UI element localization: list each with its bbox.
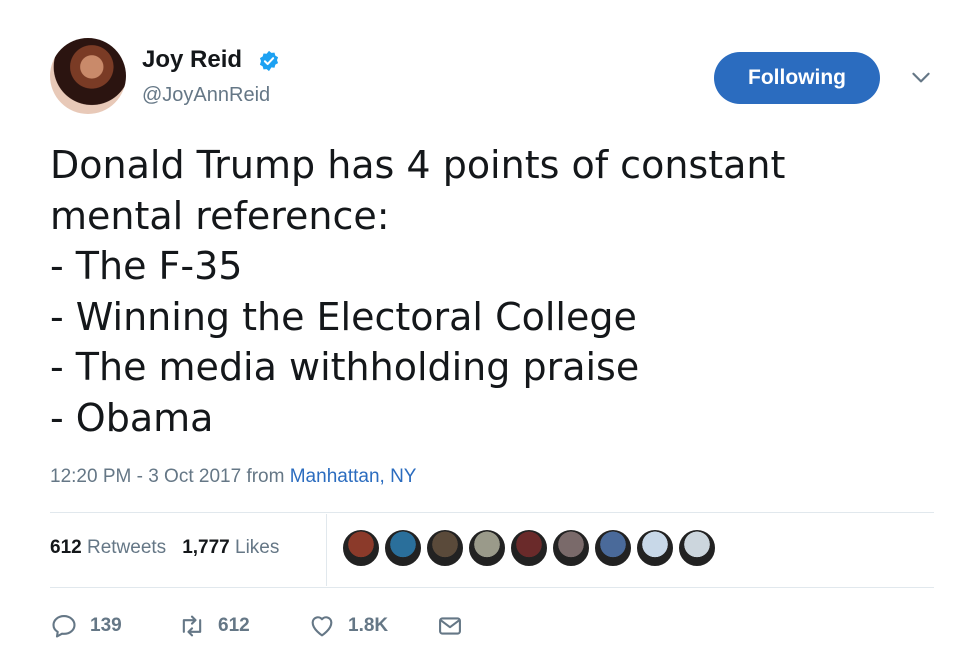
tweet-meta: 12:20 PM - 3 Oct 2017 from Manhattan, NY xyxy=(50,466,416,488)
author-avatar[interactable] xyxy=(50,38,126,114)
liker-avatar[interactable] xyxy=(552,529,590,567)
vertical-divider xyxy=(326,514,327,586)
engagement-stats: 612 Retweets 1,777 Likes xyxy=(50,537,279,559)
message-action[interactable] xyxy=(436,612,464,640)
likes-count: 1,777 xyxy=(182,537,230,558)
likes-stat[interactable]: 1,777 Likes xyxy=(182,537,279,558)
action-bar: 139 612 1.8K xyxy=(50,608,464,644)
liker-avatar[interactable] xyxy=(468,529,506,567)
timestamp[interactable]: 12:20 PM - 3 Oct 2017 xyxy=(50,466,241,487)
like-count: 1.8K xyxy=(348,615,389,636)
liker-avatar[interactable] xyxy=(426,529,464,567)
likes-label: Likes xyxy=(235,537,280,558)
reply-action[interactable]: 139 xyxy=(50,612,178,640)
location-link[interactable]: Manhattan, NY xyxy=(290,466,417,487)
retweets-stat[interactable]: 612 Retweets xyxy=(50,537,166,558)
tweet-line: mental reference: xyxy=(50,193,390,238)
liker-avatar[interactable] xyxy=(678,529,716,567)
heart-icon xyxy=(311,616,333,637)
divider xyxy=(50,512,934,513)
tweet-line: - Obama xyxy=(50,395,214,440)
like-action[interactable]: 1.8K xyxy=(308,612,436,640)
tweet-line: - The F-35 xyxy=(50,244,243,288)
chevron-down-icon[interactable] xyxy=(908,64,934,90)
following-button[interactable]: Following xyxy=(714,52,880,104)
from-label: from xyxy=(246,466,285,487)
tweet-line: - Winning the Electoral College xyxy=(50,294,637,339)
likers-avatars xyxy=(342,529,716,569)
tweet-line: - The media withholding praise xyxy=(50,345,640,389)
reply-count: 139 xyxy=(90,615,122,636)
tweet-text: Donald Trump has 4 points of constant me… xyxy=(50,140,930,443)
retweets-label: Retweets xyxy=(86,537,167,558)
tweet-header: Joy Reid @JoyAnnReid Following xyxy=(50,38,940,118)
envelope-icon xyxy=(439,617,461,635)
retweet-action[interactable]: 612 xyxy=(178,612,308,640)
divider xyxy=(50,587,934,588)
retweet-icon xyxy=(182,615,202,637)
reply-icon xyxy=(52,615,76,638)
liker-avatar[interactable] xyxy=(384,529,422,567)
liker-avatar[interactable] xyxy=(342,529,380,567)
liker-avatar[interactable] xyxy=(510,529,548,567)
retweet-count: 612 xyxy=(218,615,250,636)
liker-avatar[interactable] xyxy=(594,529,632,567)
retweets-count: 612 xyxy=(50,537,82,558)
tweet-line: Donald Trump has 4 points of constant xyxy=(50,143,786,187)
liker-avatar[interactable] xyxy=(636,529,674,567)
verified-badge-icon xyxy=(259,50,279,72)
author-name[interactable]: Joy Reid xyxy=(142,46,242,74)
author-handle[interactable]: @JoyAnnReid xyxy=(142,84,270,107)
